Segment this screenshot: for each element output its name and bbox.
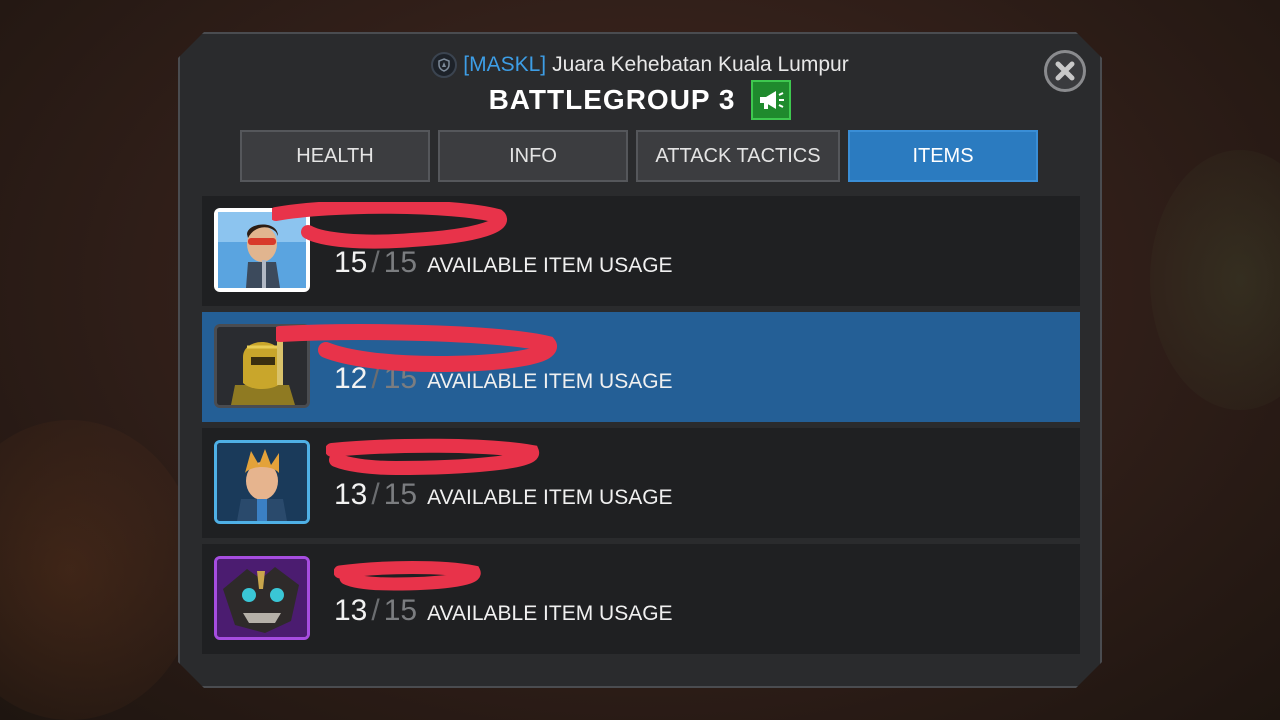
item-usage: 15 / 15 AVAILABLE ITEM USAGE bbox=[334, 246, 673, 280]
member-row[interactable]: 13 / 15 AVAILABLE ITEM USAGE bbox=[202, 544, 1080, 654]
member-row[interactable]: 12 / 15 AVAILABLE ITEM USAGE bbox=[202, 312, 1080, 422]
item-usage: 13 / 15 AVAILABLE ITEM USAGE bbox=[334, 478, 673, 512]
avatar bbox=[214, 324, 310, 408]
alliance-tag: [MASKL] bbox=[463, 53, 547, 76]
shield-icon bbox=[431, 52, 458, 78]
tab-health[interactable]: HEALTH bbox=[240, 130, 430, 182]
avatar bbox=[214, 208, 310, 292]
usage-separator: / bbox=[371, 362, 380, 395]
avatar bbox=[214, 440, 310, 524]
usage-current: 13 bbox=[334, 594, 368, 627]
avatar bbox=[214, 556, 310, 640]
usage-max: 15 bbox=[383, 594, 418, 627]
member-row[interactable]: 13 / 15 AVAILABLE ITEM USAGE bbox=[202, 428, 1080, 538]
usage-max: 15 bbox=[383, 478, 418, 511]
alliance-name: Juara Kehebatan Kuala Lumpur bbox=[552, 53, 849, 76]
usage-label: AVAILABLE ITEM USAGE bbox=[427, 370, 673, 393]
usage-max: 15 bbox=[383, 246, 418, 279]
member-row[interactable]: 15 / 15 AVAILABLE ITEM USAGE bbox=[202, 196, 1080, 306]
usage-separator: / bbox=[371, 594, 380, 627]
item-usage: 13 / 15 AVAILABLE ITEM USAGE bbox=[334, 594, 673, 628]
usage-current: 15 bbox=[334, 246, 368, 279]
close-button[interactable] bbox=[1044, 50, 1086, 92]
megaphone-icon[interactable] bbox=[751, 80, 792, 120]
member-list: 15 / 15 AVAILABLE ITEM USAGE 12 / 15 AVA… bbox=[202, 196, 1080, 660]
usage-current: 12 bbox=[334, 362, 368, 395]
battlegroup-panel: [MASKL] Juara Kehebatan Kuala Lumpur BAT… bbox=[178, 32, 1102, 688]
usage-label: AVAILABLE ITEM USAGE bbox=[427, 602, 673, 625]
page-title: BATTLEGROUP 3 bbox=[488, 84, 736, 115]
usage-separator: / bbox=[371, 246, 380, 279]
redaction-scribble bbox=[334, 561, 481, 591]
usage-current: 13 bbox=[334, 478, 368, 511]
usage-label: AVAILABLE ITEM USAGE bbox=[427, 254, 673, 277]
usage-label: AVAILABLE ITEM USAGE bbox=[427, 486, 673, 509]
item-usage: 12 / 15 AVAILABLE ITEM USAGE bbox=[334, 362, 673, 396]
tab-attack-tactics[interactable]: ATTACK TACTICS bbox=[636, 130, 840, 182]
battlegroup-title-row: BATTLEGROUP 3 bbox=[180, 80, 1100, 120]
usage-max: 15 bbox=[383, 362, 418, 395]
tab-bar: HEALTH INFO ATTACK TACTICS ITEMS bbox=[240, 130, 1038, 182]
redaction-scribble bbox=[326, 438, 539, 476]
alliance-header: [MASKL] Juara Kehebatan Kuala Lumpur bbox=[180, 52, 1100, 78]
tab-items[interactable]: ITEMS bbox=[848, 130, 1038, 182]
usage-separator: / bbox=[371, 478, 380, 511]
tab-info[interactable]: INFO bbox=[438, 130, 628, 182]
background-glow bbox=[1150, 150, 1280, 410]
close-icon bbox=[1055, 61, 1075, 81]
background-glow bbox=[0, 420, 200, 720]
